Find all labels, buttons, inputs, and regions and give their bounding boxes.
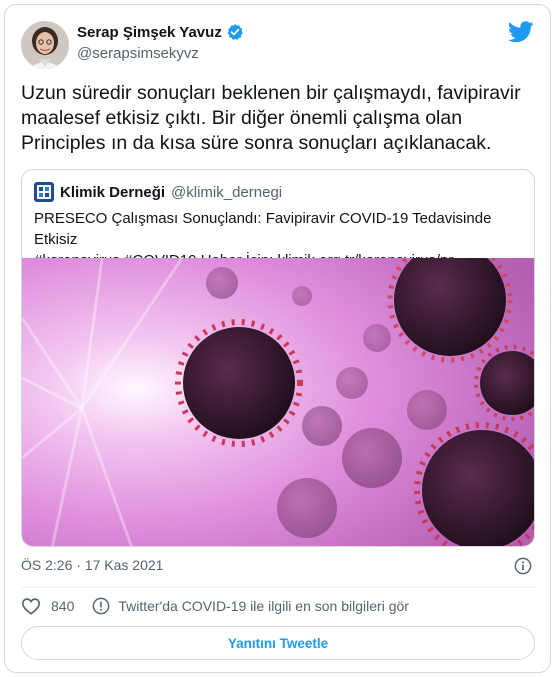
tweet-timestamp[interactable]: ÖS 2:26 · 17 Kas 2021 (21, 557, 163, 573)
reply-button[interactable]: Yanıtını Tweetle (21, 626, 535, 660)
like-count: 840 (51, 598, 75, 614)
twitter-bird-icon[interactable] (508, 21, 534, 43)
heart-icon (21, 598, 41, 615)
tweet-text: Uzun süredir sonuçları beklenen bir çalı… (21, 82, 521, 154)
author-display-name[interactable]: Serap Şimşek Yavuz (77, 24, 222, 41)
divider (21, 587, 535, 588)
covid-info-text: Twitter'da COVID-19 ile ilgili en son bi… (118, 598, 409, 614)
coronavirus-image (22, 258, 534, 546)
quoted-author-avatar (34, 182, 54, 202)
quoted-tweet-header: Klimik Derneği @klimik_dernegi (34, 182, 282, 202)
author-avatar[interactable] (21, 21, 69, 69)
reply-button-label: Yanıtını Tweetle (227, 635, 329, 651)
covid-info-link[interactable]: Twitter'da COVID-19 ile ilgili en son bi… (92, 597, 409, 615)
quoted-text-line1: PRESECO Çalışması Sonuçlandı: Favipiravi… (34, 210, 492, 248)
verified-badge-icon (227, 24, 243, 40)
tweet-actions: 840 Twitter'da COVID-19 ile ilgili en so… (21, 597, 409, 615)
quoted-author-name: Klimik Derneği (60, 183, 166, 201)
author-handle[interactable]: @serapsimsekyvz (77, 45, 199, 62)
exclamation-icon (92, 597, 110, 615)
quoted-tweet[interactable]: Klimik Derneği @klimik_dernegi PRESECO Ç… (21, 169, 535, 547)
author-name-row: Serap Şimşek Yavuz (77, 23, 244, 41)
tweet-card: Serap Şimşek Yavuz @serapsimsekyvz Uzun … (4, 4, 551, 673)
info-icon[interactable] (514, 557, 532, 575)
like-button[interactable]: 840 (21, 597, 74, 615)
quoted-author-handle: @klimik_dernegi (171, 183, 283, 201)
